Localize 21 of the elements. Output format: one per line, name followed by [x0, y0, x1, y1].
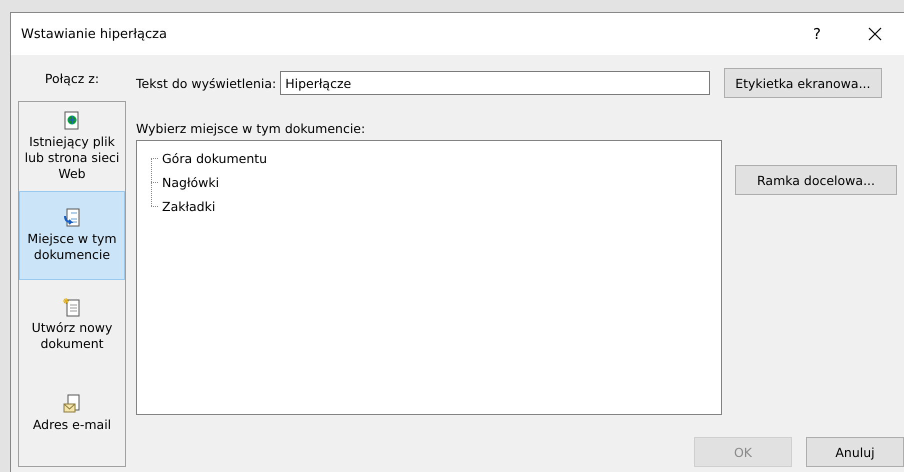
tree-item[interactable]: Zakładki: [160, 198, 218, 214]
screen-tip-button[interactable]: Etykietka ekranowa...: [724, 68, 882, 98]
link-to-label: Połącz z:: [44, 70, 100, 88]
document-envelope-icon: [63, 394, 81, 414]
link-type-item[interactable]: Adres e-mail: [19, 369, 125, 458]
link-type-item[interactable]: Utwórz nowy dokument: [19, 280, 125, 369]
target-frame-button[interactable]: Ramka docelowa...: [735, 165, 897, 195]
tree-item[interactable]: Nagłówki: [160, 174, 222, 190]
help-button[interactable]: ?: [788, 13, 846, 55]
place-label: Wybierz miejsce w tym dokumencie:: [136, 121, 366, 136]
link-type-item[interactable]: Istniejący plik lub strona sieci Web: [19, 102, 125, 191]
tree-item[interactable]: Góra dokumentu: [160, 150, 270, 166]
display-text-label: Tekst do wyświetlenia:: [136, 76, 276, 90]
new-document-icon: [63, 296, 81, 317]
window-title: Wstawianie hiperłącza: [21, 26, 168, 42]
document-arrow-icon: [63, 208, 81, 228]
link-type-item[interactable]: Miejsce w tym dokumencie: [19, 191, 125, 280]
cancel-button[interactable]: Anuluj: [806, 437, 904, 467]
close-icon: [868, 27, 882, 41]
document-globe-icon: [64, 110, 80, 131]
display-text-field[interactable]: Hiperłącze: [280, 71, 710, 95]
